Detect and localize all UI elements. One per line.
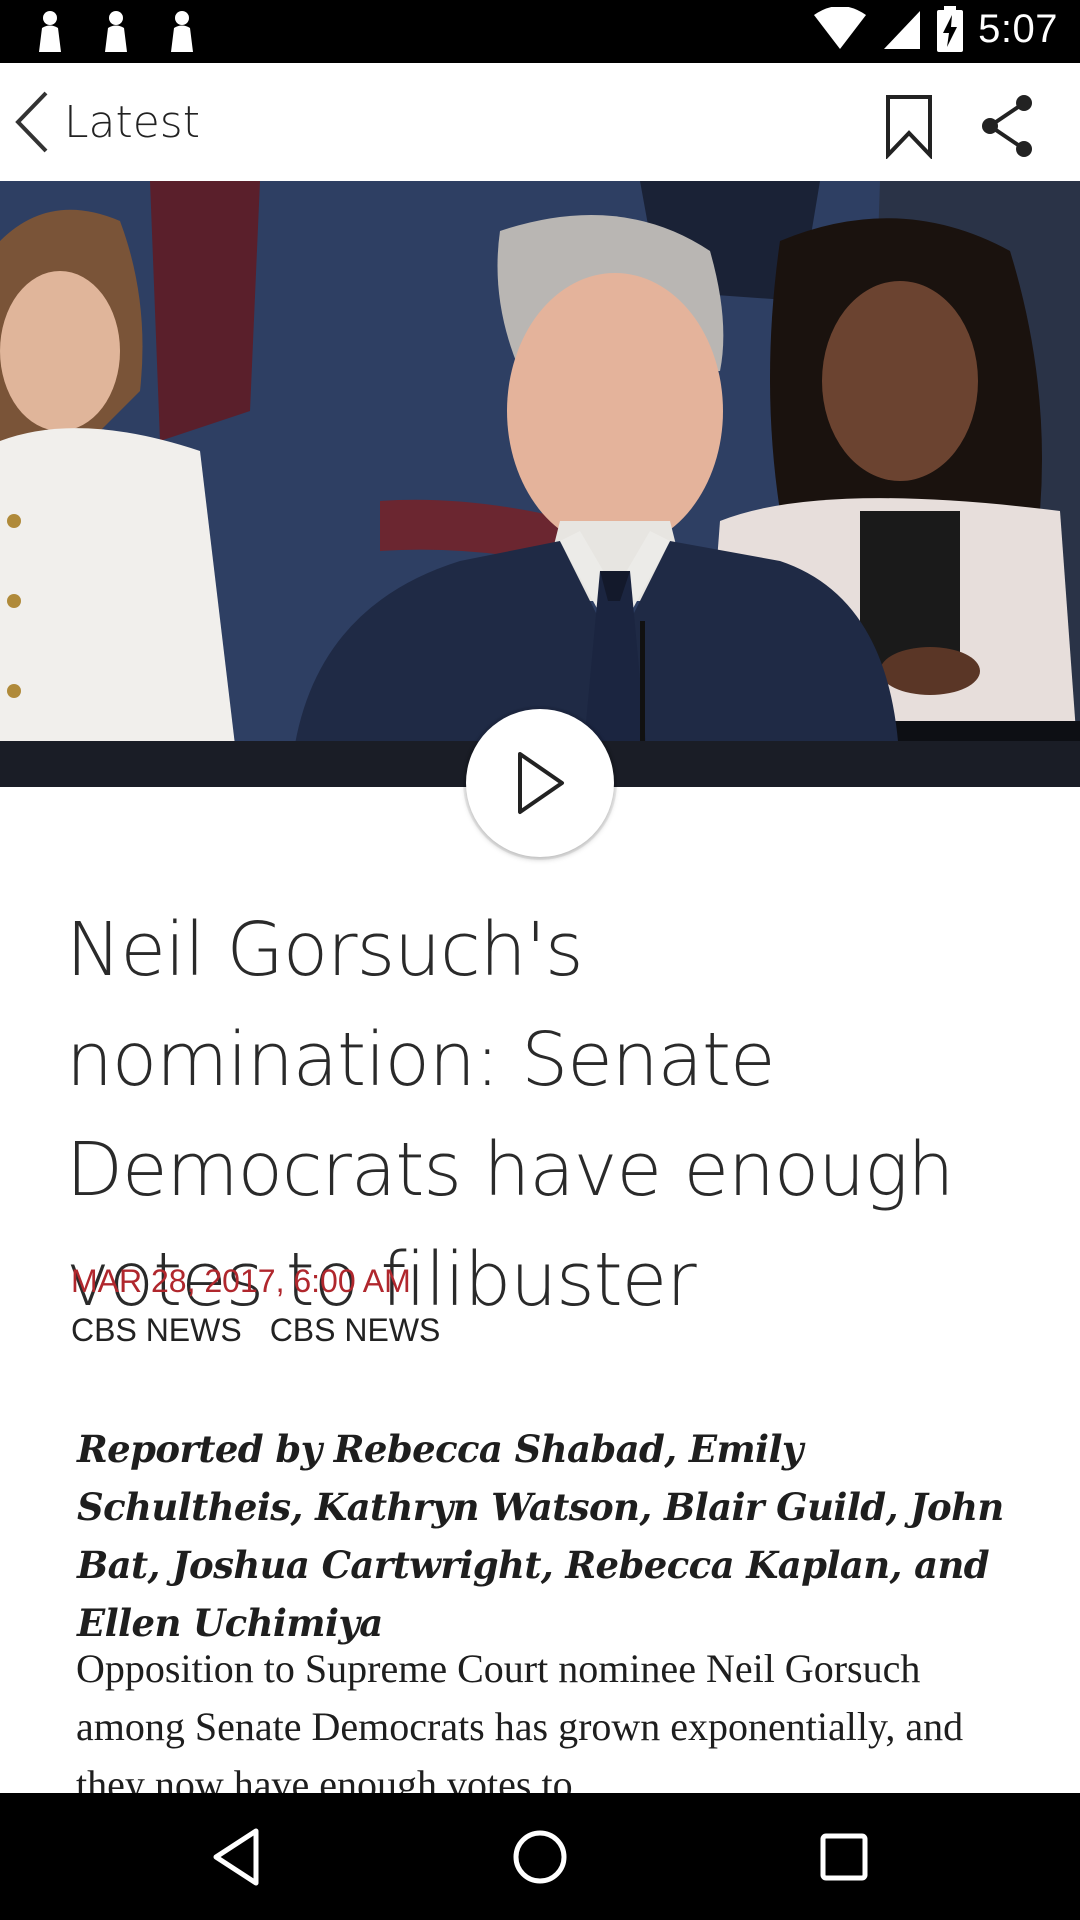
source-label: CBS NEWS	[269, 1312, 441, 1348]
article-sources: CBS NEWS CBS NEWS	[71, 1312, 440, 1349]
status-indicators: 5:07	[812, 6, 1058, 52]
article-body: Opposition to Supreme Court nominee Neil…	[76, 1646, 964, 1807]
top-app-bar: Latest	[0, 63, 1080, 181]
play-icon	[518, 752, 564, 814]
source-label: CBS NEWS	[71, 1312, 242, 1348]
navigation-bar	[0, 1793, 1080, 1920]
person-notification-icon	[105, 11, 127, 52]
cell-signal-icon	[884, 11, 921, 49]
video-thumbnail[interactable]	[0, 181, 1080, 787]
chevron-left-icon	[15, 91, 48, 153]
person-notification-icon	[39, 11, 61, 52]
wifi-icon	[814, 7, 867, 49]
status-bar: 5:07	[0, 0, 1080, 63]
back-button[interactable]: Latest	[14, 85, 200, 159]
bookmark-icon[interactable]	[880, 93, 938, 159]
article-date: MAR 28, 2017, 6:00 AM	[71, 1263, 411, 1299]
recents-square-icon[interactable]	[808, 1821, 880, 1893]
person-notification-icon	[171, 11, 193, 52]
back-triangle-icon[interactable]	[200, 1821, 272, 1893]
share-icon[interactable]	[978, 93, 1036, 159]
notification-icons	[30, 10, 202, 52]
article-byline: Reported by Rebecca Shabad, Emily Schult…	[77, 1427, 1004, 1645]
home-circle-icon[interactable]	[504, 1821, 576, 1893]
play-button[interactable]	[466, 709, 614, 857]
battery-charging-icon	[937, 6, 964, 52]
back-label: Latest	[64, 96, 200, 148]
clock: 5:07	[978, 6, 1058, 51]
hearing-photo	[0, 181, 1080, 787]
